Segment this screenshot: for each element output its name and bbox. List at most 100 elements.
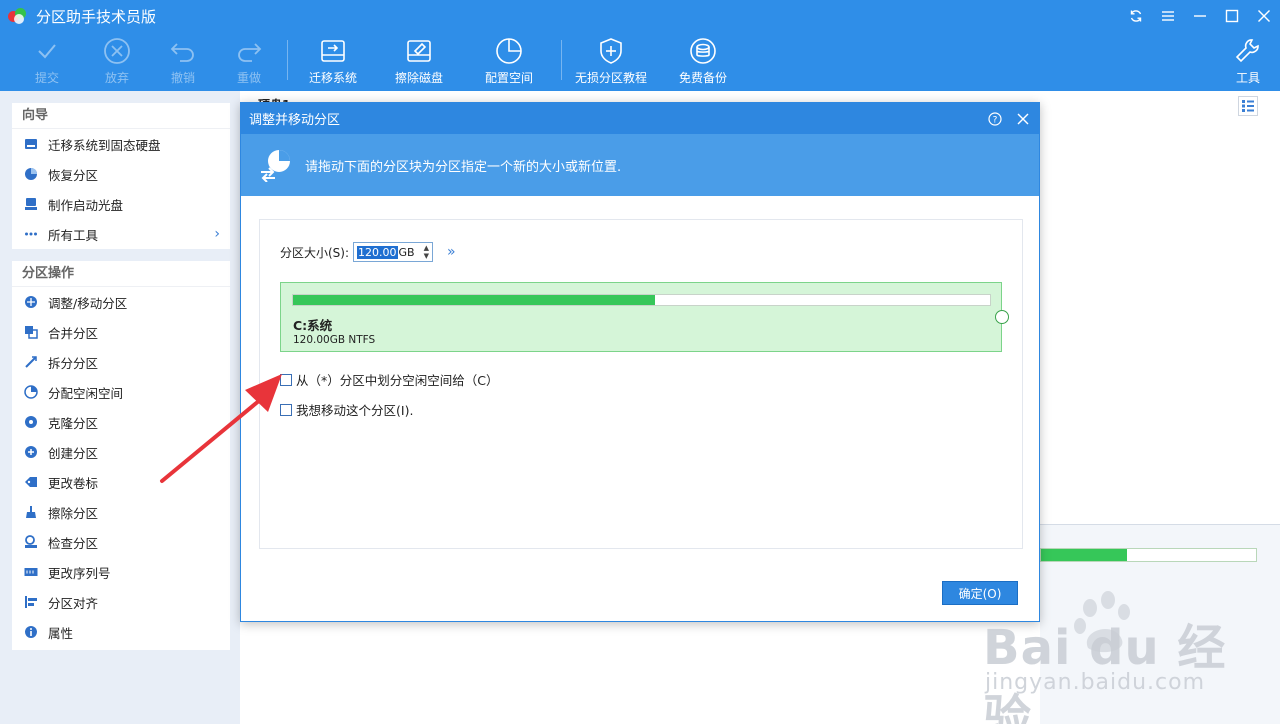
- undo-icon: [170, 43, 194, 62]
- tools-button[interactable]: 工具: [1213, 36, 1280, 86]
- shield-icon: [600, 38, 622, 64]
- partition-usage-bar: [292, 294, 991, 306]
- ok-button[interactable]: 确定(O): [942, 581, 1018, 605]
- disk-usage-bar: [1040, 548, 1257, 562]
- more-icon: [24, 227, 38, 241]
- operations-panel: 分区操作 调整/移动分区 合并分区 拆分分区 分配空闲空间 克隆分区 创建分区 …: [12, 261, 230, 650]
- create-icon: [24, 445, 38, 459]
- close-icon[interactable]: [1248, 0, 1280, 32]
- app-logo-icon: [8, 8, 28, 24]
- partition-usage-fill: [293, 295, 656, 305]
- move-partition-checkbox[interactable]: [280, 403, 292, 416]
- maximize-icon[interactable]: [1216, 0, 1248, 32]
- view-toggle-icon[interactable]: [1238, 96, 1258, 116]
- wizard-panel: 向导 迁移系统到固态硬盘 恢复分区 制作启动光盘 所有工具 ›: [12, 103, 230, 249]
- drive-icon: [24, 137, 38, 151]
- migrate-os-button[interactable]: 迁移系统: [298, 36, 368, 86]
- allocate-from-label: 从（*）分区中划分空闲空间给（C）: [296, 373, 499, 388]
- partition-name: C:系统: [293, 318, 333, 333]
- size-row: 分区大小(S): 120.00 GB ▲ ▼ »: [280, 242, 456, 262]
- sidebar-item-check[interactable]: 检查分区: [12, 527, 230, 557]
- allocate-from-checkbox[interactable]: [280, 373, 292, 386]
- sidebar-item-allocate-free-space[interactable]: 分配空闲空间: [12, 377, 230, 407]
- dialog-close-icon[interactable]: [1015, 111, 1031, 127]
- spinner-icon[interactable]: ▲ ▼: [424, 244, 429, 260]
- dialog-banner: 请拖动下面的分区块为分区指定一个新的大小或新位置.: [241, 134, 1039, 196]
- sidebar-item-label: 恢复分区: [48, 167, 99, 183]
- size-input[interactable]: 120.00 GB ▲ ▼: [353, 242, 434, 262]
- partition-block[interactable]: C:系统 120.00GB NTFS: [280, 282, 1009, 352]
- migrate-os-icon: [321, 40, 345, 62]
- move-partition-label: 我想移动这个分区(I).: [296, 403, 414, 418]
- sidebar-item-merge[interactable]: 合并分区: [12, 317, 230, 347]
- banner-text: 请拖动下面的分区块为分区指定一个新的大小或新位置.: [305, 159, 622, 175]
- svg-text:?: ?: [993, 116, 998, 126]
- sidebar-item-label: 合并分区: [48, 325, 99, 341]
- refresh-icon[interactable]: [1120, 0, 1152, 32]
- tutorial-button[interactable]: 无损分区教程: [575, 36, 647, 86]
- help-icon[interactable]: ?: [987, 111, 1003, 127]
- size-value: 120.00: [357, 245, 398, 259]
- size-label: 分区大小(S):: [280, 245, 350, 260]
- sidebar-item-serial[interactable]: 更改序列号: [12, 557, 230, 587]
- sidebar-item-label: 调整/移动分区: [48, 295, 128, 311]
- discard-button[interactable]: 放弃: [82, 36, 152, 86]
- sidebar-item-align[interactable]: 分区对齐: [12, 587, 230, 617]
- undo-button[interactable]: 撤销: [148, 36, 218, 86]
- wipe-icon: [24, 505, 38, 519]
- expand-button[interactable]: »: [447, 244, 456, 260]
- sidebar-item-migrate-ssd[interactable]: 迁移系统到固态硬盘: [12, 129, 230, 159]
- allocate-space-icon: [496, 38, 522, 64]
- resize-icon: [24, 295, 38, 309]
- sidebar-item-label: 迁移系统到固态硬盘: [48, 137, 161, 153]
- chevron-right-icon: ›: [214, 226, 220, 242]
- sidebar-item-change-label[interactable]: 更改卷标: [12, 467, 230, 497]
- clone-icon: [24, 415, 38, 429]
- redo-icon: [238, 43, 262, 62]
- cancel-icon: [104, 38, 130, 64]
- sidebar-item-label: 克隆分区: [48, 415, 99, 431]
- sidebar-item-resize-move[interactable]: 调整/移动分区: [12, 287, 230, 317]
- resize-handle[interactable]: [995, 310, 1009, 324]
- sidebar-item-create[interactable]: 创建分区: [12, 437, 230, 467]
- sidebar-item-clone[interactable]: 克隆分区: [12, 407, 230, 437]
- sidebar-item-split[interactable]: 拆分分区: [12, 347, 230, 377]
- sidebar-item-properties[interactable]: 属性: [12, 617, 230, 647]
- dialog-content: 分区大小(S): 120.00 GB ▲ ▼ » C:系统 120.00GB NT…: [259, 219, 1023, 549]
- sidebar-item-all-tools[interactable]: 所有工具 ›: [12, 219, 230, 249]
- resize-move-dialog: 调整并移动分区 ? 请拖动下面的分区块为分区指定一个新的大小或新位置. 分区大小…: [240, 102, 1040, 622]
- redo-button[interactable]: 重做: [214, 36, 284, 86]
- sidebar-item-boot-disc[interactable]: 制作启动光盘: [12, 189, 230, 219]
- minimize-icon[interactable]: [1184, 0, 1216, 32]
- partition-info: 120.00GB NTFS: [293, 334, 376, 346]
- sidebar-item-wipe[interactable]: 擦除分区: [12, 497, 230, 527]
- dialog-title-bar: 调整并移动分区 ?: [241, 103, 1039, 134]
- sidebar-item-label: 检查分区: [48, 535, 99, 551]
- sidebar-item-label: 创建分区: [48, 445, 99, 461]
- sidebar-item-label: 分区对齐: [48, 595, 99, 611]
- sidebar: 向导 迁移系统到固态硬盘 恢复分区 制作启动光盘 所有工具 › 分区操作 调整/…: [0, 91, 240, 724]
- toolbar-separator: [561, 40, 562, 80]
- info-icon: [24, 625, 38, 639]
- submit-button[interactable]: 提交: [12, 36, 82, 86]
- serial-icon: [24, 565, 38, 579]
- check-icon: [38, 44, 56, 59]
- sidebar-item-label: 属性: [48, 625, 74, 641]
- menu-icon[interactable]: [1152, 0, 1184, 32]
- toolbar-separator: [287, 40, 288, 80]
- allocate-space-button[interactable]: 配置空间: [474, 36, 544, 86]
- label-icon: [24, 475, 38, 489]
- title-bar: 分区助手技术员版: [0, 0, 1280, 32]
- sidebar-item-label: 所有工具: [48, 227, 99, 243]
- move-partition-option[interactable]: 我想移动这个分区(I).: [280, 400, 413, 419]
- sidebar-item-label: 拆分分区: [48, 355, 99, 371]
- sidebar-item-recover-partition[interactable]: 恢复分区: [12, 159, 230, 189]
- backup-icon: [690, 38, 716, 64]
- wipe-disk-button[interactable]: 擦除磁盘: [384, 36, 454, 86]
- free-backup-button[interactable]: 免费备份: [668, 36, 738, 86]
- sidebar-item-label: 制作启动光盘: [48, 197, 124, 213]
- operations-panel-title: 分区操作: [12, 261, 230, 287]
- allocate-from-option[interactable]: 从（*）分区中划分空闲空间给（C）: [280, 370, 498, 389]
- resize-partition-icon: [261, 150, 290, 182]
- window-controls: [1120, 0, 1280, 32]
